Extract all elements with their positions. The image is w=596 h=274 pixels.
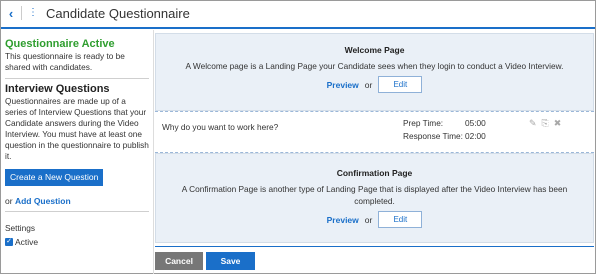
more-menu-icon[interactable]: ⋮ [28, 7, 38, 19]
question-time-labels: Prep Time: Response Time: [403, 117, 463, 143]
back-arrow-icon[interactable]: ‹ [5, 5, 17, 21]
active-setting: ✓ Active [5, 237, 149, 247]
delete-icon[interactable]: ✖ [554, 118, 562, 129]
confirmation-page-card: Confirmation Page A Confirmation Page is… [155, 153, 594, 243]
left-panel: Questionnaire Active This questionnaire … [5, 38, 149, 247]
divider [5, 78, 149, 79]
divider [5, 211, 149, 212]
active-label: Active [15, 237, 39, 247]
confirmation-page-description: A Confirmation Page is another type of L… [181, 184, 568, 206]
question-actions: ✎ ⎘ ✖ [529, 118, 561, 129]
edit-icon[interactable]: ✎ [529, 118, 537, 129]
right-panel: Welcome Page A Welcome page is a Landing… [155, 33, 594, 243]
save-button[interactable]: Save [206, 252, 255, 270]
create-question-button[interactable]: Create a New Question [5, 169, 104, 186]
copy-icon[interactable]: ⎘ [542, 118, 549, 129]
interview-questions-description: Questionnaires are made up of a series o… [5, 96, 149, 161]
add-question-link[interactable]: Add Question [15, 196, 71, 206]
page-title: Candidate Questionnaire [46, 5, 190, 21]
confirmation-actions: Preview or Edit [156, 211, 593, 228]
or-text: or [364, 79, 373, 90]
active-checkbox[interactable]: ✓ [5, 238, 13, 246]
prep-time-label: Prep Time: [403, 118, 444, 128]
status-title: Questionnaire Active [5, 38, 115, 50]
column-divider [153, 30, 154, 274]
welcome-page-card: Welcome Page A Welcome page is a Landing… [155, 33, 594, 111]
confirmation-page-title: Confirmation Page [336, 168, 413, 178]
header-rule [1, 27, 595, 29]
welcome-preview-link[interactable]: Preview [327, 80, 359, 90]
question-time-values: 05:00 02:00 [465, 117, 486, 143]
status-description: This questionnaire is ready to be shared… [5, 51, 125, 72]
welcome-edit-button[interactable]: Edit [378, 76, 423, 93]
prep-time-value: 05:00 [465, 118, 486, 128]
welcome-actions: Preview or Edit [156, 76, 593, 93]
response-time-label: Response Time: [403, 131, 463, 141]
interview-questions-title: Interview Questions [5, 83, 110, 95]
confirmation-preview-link[interactable]: Preview [327, 215, 359, 225]
response-time-value: 02:00 [465, 131, 486, 141]
footer-rule [155, 246, 594, 247]
or-text: or [364, 214, 373, 225]
cancel-button[interactable]: Cancel [155, 252, 203, 270]
question-text: Why do you want to work here? [162, 122, 279, 132]
welcome-page-title: Welcome Page [344, 45, 405, 55]
welcome-page-description: A Welcome page is a Landing Page your Ca… [185, 61, 564, 71]
settings-label: Settings [5, 223, 35, 233]
question-row[interactable]: Why do you want to work here? Prep Time:… [155, 112, 594, 152]
add-question-line: or Add Question [5, 196, 149, 206]
header-divider [21, 6, 22, 20]
confirmation-edit-button[interactable]: Edit [378, 211, 423, 228]
header: ‹ ⋮ Candidate Questionnaire [1, 1, 595, 25]
or-text: or [5, 196, 13, 206]
